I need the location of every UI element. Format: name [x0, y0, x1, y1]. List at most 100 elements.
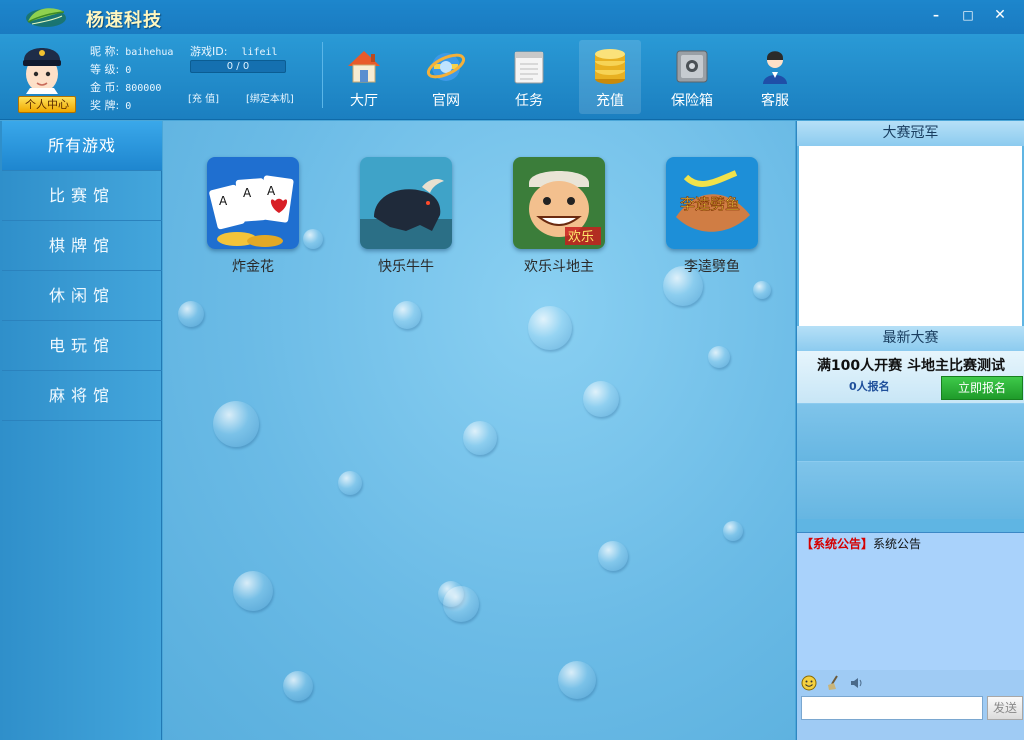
signup-button[interactable]: 立即报名	[941, 376, 1023, 400]
gold-label: 金 币:	[90, 81, 120, 94]
right-panel: 大赛冠军 最新大赛 满100人开赛 斗地主比赛测试 0人报名 立即报名 【系统公…	[796, 121, 1024, 740]
sidebar-item-casual-hall[interactable]: 休闲馆	[2, 271, 162, 321]
broom-clear-icon[interactable]	[825, 675, 841, 691]
game-tile-happy-landlord[interactable]: 欢乐 欢乐斗地主	[504, 157, 614, 276]
app-title: 杨速科技	[86, 10, 162, 31]
svg-text:A: A	[219, 194, 228, 208]
gold-row: 金 币: 800000	[90, 79, 161, 95]
medal-value: 0	[125, 101, 132, 112]
minimize-button[interactable]: –	[920, 4, 952, 26]
nav-hall[interactable]: 大厅	[333, 40, 395, 114]
speaker-icon[interactable]	[849, 675, 865, 691]
landlord-face-icon: 欢乐	[513, 157, 605, 249]
champion-list	[799, 146, 1022, 326]
game-id-row: 游戏ID: lifeil	[190, 43, 278, 59]
game-id-value: lifeil	[241, 47, 278, 58]
send-button[interactable]: 发送	[987, 696, 1023, 720]
water-drop-decoration	[598, 541, 628, 571]
sidebar-item-arcade-hall[interactable]: 电玩馆	[2, 321, 162, 371]
water-drop-decoration	[178, 301, 204, 327]
nav-safe[interactable]: 保险箱	[661, 40, 723, 114]
water-drop-decoration	[338, 471, 362, 495]
match-item-empty	[797, 403, 1024, 461]
browser-icon	[426, 53, 466, 81]
service-agent-icon	[763, 51, 787, 84]
game-list-area: A A A 炸金花 快乐牛牛 欢乐 欢乐斗地主 李逵劈鱼 李逵劈鱼	[163, 121, 795, 740]
water-drop-decoration	[583, 381, 619, 417]
sidebar-item-all-games[interactable]: 所有游戏	[2, 121, 162, 171]
water-drop-decoration	[753, 281, 771, 299]
level-label: 等 级:	[90, 63, 120, 76]
bull-icon	[360, 157, 452, 249]
sidebar-item-chess-card-hall[interactable]: 棋牌馆	[2, 221, 162, 271]
match-title: 满100人开赛 斗地主比赛测试	[816, 358, 1006, 374]
close-button[interactable]: ✕	[984, 4, 1016, 26]
nickname-value: baihehua	[125, 47, 174, 58]
experience-bar: 0 / 0	[190, 60, 286, 73]
nav-tasks-label: 任务	[515, 93, 543, 109]
coins-icon	[595, 49, 625, 84]
nickname-row: 昵 称: baihehua	[90, 43, 173, 59]
water-drop-decoration	[723, 521, 743, 541]
sidebar-item-mahjong-hall[interactable]: 麻将馆	[2, 371, 162, 421]
header-divider	[322, 42, 323, 108]
maximize-button[interactable]: □	[952, 4, 984, 26]
nav-recharge-label: 充值	[596, 93, 624, 109]
game-tile-zhajinhua[interactable]: A A A 炸金花	[198, 157, 308, 276]
game-label: 欢乐斗地主	[524, 259, 594, 275]
water-drop-decoration	[708, 346, 730, 368]
nav-website-label: 官网	[432, 93, 460, 109]
poker-cards-icon: A A A	[207, 157, 299, 249]
water-drop-decoration	[463, 421, 497, 455]
header-toolbar: 个人中心 昵 称: baihehua 游戏ID: lifeil 等 级: 0 金…	[0, 34, 1024, 120]
match-item: 满100人开赛 斗地主比赛测试 0人报名 立即报名	[797, 351, 1024, 403]
champion-title: 大赛冠军	[797, 121, 1024, 146]
recharge-link[interactable]: [充 值]	[188, 90, 219, 105]
leaf-logo-icon	[26, 8, 66, 27]
medal-row: 奖 牌: 0	[90, 97, 131, 113]
level-row: 等 级: 0	[90, 61, 131, 77]
water-drop-decoration	[443, 586, 479, 622]
system-notice-tag: 【系统公告】	[801, 537, 874, 551]
game-id-label: 游戏ID:	[190, 45, 228, 58]
medal-label: 奖 牌:	[90, 99, 120, 112]
game-badge: 欢乐	[568, 230, 594, 245]
sidebar-item-match-hall[interactable]: 比赛馆	[2, 171, 162, 221]
svg-text:A: A	[243, 186, 252, 200]
sidebar: 所有游戏 比赛馆 棋牌馆 休闲馆 电玩馆 麻将馆	[0, 121, 162, 740]
game-label: 李逵劈鱼	[684, 259, 740, 275]
notepad-icon	[514, 51, 544, 84]
safe-icon	[676, 50, 708, 83]
emoji-icon[interactable]	[801, 675, 817, 691]
home-icon	[348, 51, 380, 83]
nav-customer-service-label: 客服	[761, 93, 789, 109]
fish-game-icon: 李逵劈鱼	[666, 157, 758, 249]
avatar[interactable]	[16, 38, 68, 96]
water-drop-decoration	[233, 571, 273, 611]
nav-hall-label: 大厅	[350, 93, 378, 109]
nav-customer-service[interactable]: 客服	[744, 40, 806, 114]
game-tile-likui-fish[interactable]: 李逵劈鱼 李逵劈鱼	[657, 157, 767, 276]
nav-safe-label: 保险箱	[671, 93, 713, 109]
window-controls: – □ ✕	[920, 4, 1016, 26]
water-drop-decoration	[528, 306, 572, 350]
system-notice-box: 【系统公告】系统公告	[797, 532, 1024, 670]
game-label: 炸金花	[232, 259, 274, 275]
level-value: 0	[125, 65, 132, 76]
profile-center-button[interactable]: 个人中心	[18, 96, 76, 113]
game-label: 快乐牛牛	[378, 259, 434, 275]
chat-input-bar: 发送	[797, 696, 1024, 740]
nav-tasks[interactable]: 任务	[498, 40, 560, 114]
bind-device-link[interactable]: [绑定本机]	[246, 90, 294, 105]
nav-website[interactable]: 官网	[415, 40, 477, 114]
game-tile-happy-niuniu[interactable]: 快乐牛牛	[351, 157, 461, 276]
match-signup-count: 0人报名	[849, 380, 890, 393]
title-bar: 杨速科技 – □ ✕	[0, 0, 1024, 34]
nickname-label: 昵 称:	[90, 45, 120, 58]
latest-match-title: 最新大赛	[797, 326, 1024, 351]
nav-recharge[interactable]: 充值	[579, 40, 641, 114]
water-drop-decoration	[558, 661, 596, 699]
chat-input[interactable]	[801, 696, 983, 720]
chat-toolbar	[797, 670, 1024, 696]
match-item-empty	[797, 461, 1024, 519]
